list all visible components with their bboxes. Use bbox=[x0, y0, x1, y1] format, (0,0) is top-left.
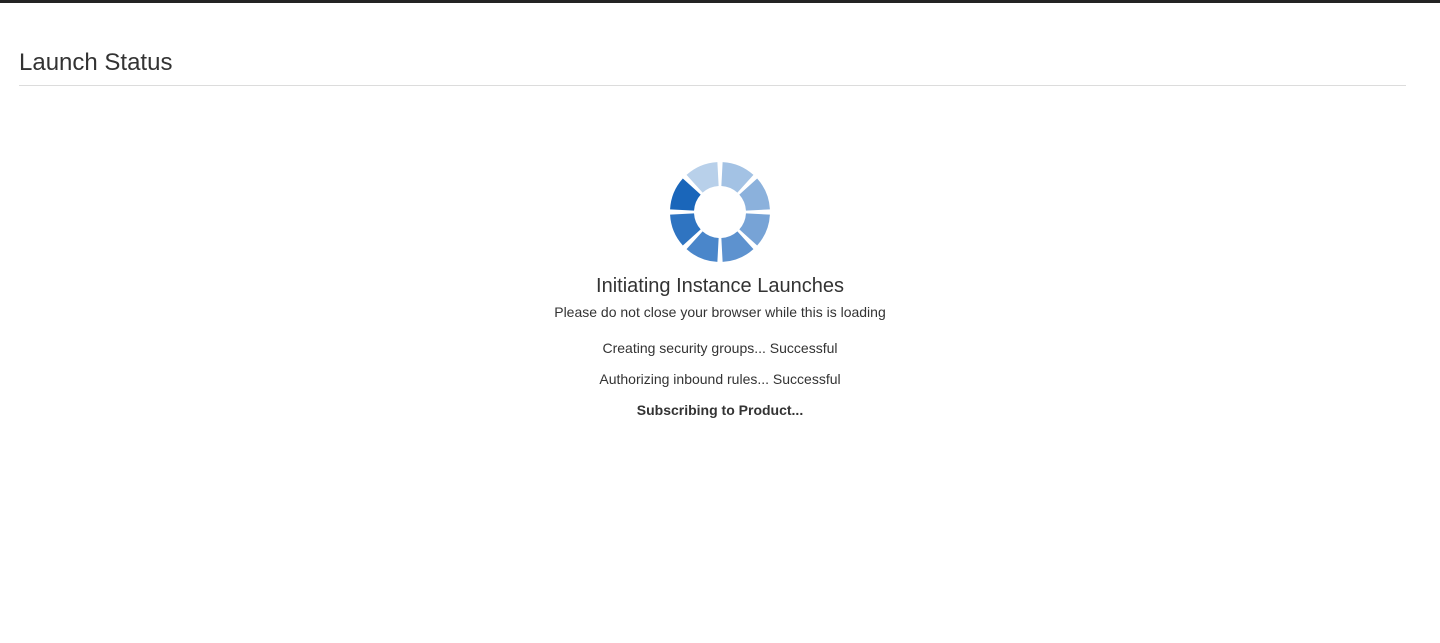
launch-status-panel: Initiating Instance Launches Please do n… bbox=[0, 160, 1440, 432]
launch-step-list: Creating security groups... Successful A… bbox=[0, 339, 1440, 419]
step-item-authorize-inbound-rules: Authorizing inbound rules... Successful bbox=[599, 371, 841, 387]
step-item-subscribe-product: Subscribing to Product... bbox=[636, 402, 804, 418]
status-subheading: Please do not close your browser while t… bbox=[554, 304, 886, 320]
status-heading: Initiating Instance Launches bbox=[596, 275, 844, 297]
page-title: Launch Status bbox=[19, 49, 173, 76]
page-header: Launch Status bbox=[19, 48, 1406, 86]
top-bar bbox=[0, 0, 1440, 3]
loading-spinner-icon bbox=[670, 162, 770, 262]
step-item-create-security-groups: Creating security groups... Successful bbox=[602, 340, 838, 356]
